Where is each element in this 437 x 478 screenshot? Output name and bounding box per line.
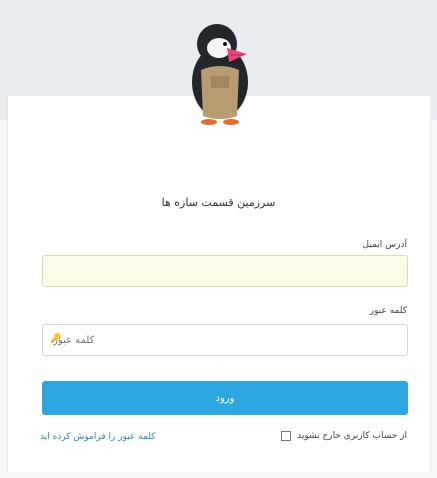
- key-icon: 🔑: [50, 334, 62, 344]
- password-label: کلمه عبور: [369, 306, 407, 316]
- remember-checkbox[interactable]: [281, 431, 292, 441]
- forgot-password-link[interactable]: کلمه عبور را فراموش کرده اید: [40, 432, 155, 442]
- welcome-text: سرزمین قسمت سازه ها: [161, 196, 276, 209]
- email-field[interactable]: [42, 255, 408, 287]
- password-field[interactable]: [42, 324, 408, 356]
- prestashop-puffin-icon: [192, 24, 248, 125]
- remember-me[interactable]: از حساب کاربری خارج نشوید: [281, 431, 407, 441]
- remember-label: از حساب کاربری خارج نشوید: [297, 431, 407, 441]
- login-button[interactable]: ورود: [42, 381, 408, 415]
- email-label: آدرس ایمیل: [362, 240, 407, 250]
